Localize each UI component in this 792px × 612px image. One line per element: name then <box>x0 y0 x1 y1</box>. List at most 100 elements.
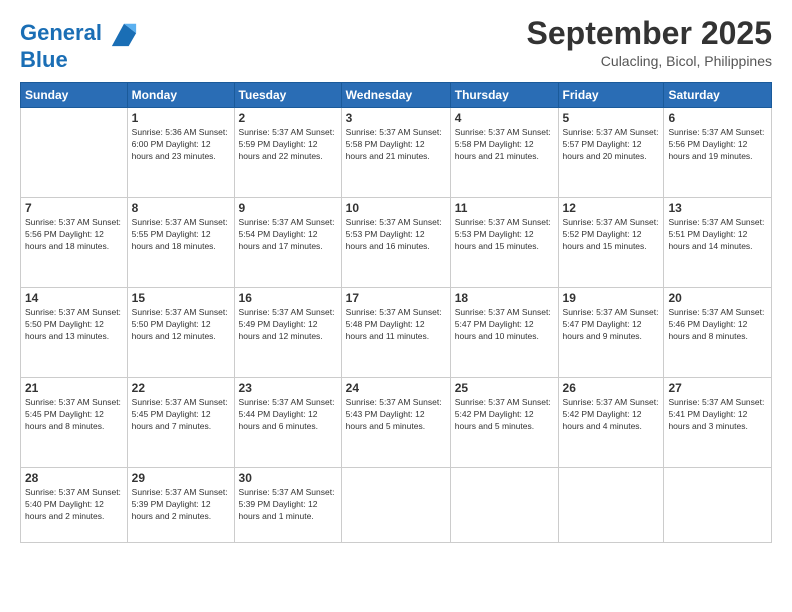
calendar-cell: 25Sunrise: 5:37 AM Sunset: 5:42 PM Dayli… <box>450 378 558 468</box>
calendar-cell: 1 Sunrise: 5:36 AM Sunset: 6:00 PM Daylig… <box>127 108 234 198</box>
day-number: 1 <box>132 111 230 125</box>
day-info: Sunrise: 5:37 AM Sunset: 5:56 PM Dayligh… <box>668 127 767 163</box>
day-info: Sunrise: 5:37 AM Sunset: 5:55 PM Dayligh… <box>132 217 230 253</box>
col-header-friday: Friday <box>558 83 664 108</box>
logo-text: General <box>20 20 138 48</box>
day-info: Sunrise: 5:37 AM Sunset: 5:53 PM Dayligh… <box>346 217 446 253</box>
day-number: 24 <box>346 381 446 395</box>
day-number: 18 <box>455 291 554 305</box>
day-number: 30 <box>239 471 337 485</box>
col-header-sunday: Sunday <box>21 83 128 108</box>
day-info: Sunrise: 5:37 AM Sunset: 5:43 PM Dayligh… <box>346 397 446 433</box>
calendar-cell: 26 Sunrise: 5:37 AM Sunset: 5:42 PM Dayli… <box>558 378 664 468</box>
day-info: Sunrise: 5:37 AM Sunset: 5:52 PM Dayligh… <box>563 217 660 253</box>
day-info: Sunrise: 5:37 AM Sunset: 5:48 PM Dayligh… <box>346 307 446 343</box>
week-row-2: 7 Sunrise: 5:37 AM Sunset: 5:56 PM Daylig… <box>21 198 772 288</box>
calendar-cell: 27 Sunrise: 5:37 AM Sunset: 5:41 PM Dayli… <box>664 378 772 468</box>
calendar-cell: 24 Sunrise: 5:37 AM Sunset: 5:43 PM Dayli… <box>341 378 450 468</box>
day-number: 7 <box>25 201 123 215</box>
col-header-wednesday: Wednesday <box>341 83 450 108</box>
calendar-cell <box>450 468 558 543</box>
month-title: September 2025 <box>527 16 772 51</box>
day-number: 23 <box>239 381 337 395</box>
day-info: Sunrise: 5:37 AM Sunset: 5:58 PM Dayligh… <box>346 127 446 163</box>
header-row: SundayMondayTuesdayWednesdayThursdayFrid… <box>21 83 772 108</box>
calendar-cell <box>21 108 128 198</box>
calendar-cell: 15 Sunrise: 5:37 AM Sunset: 5:50 PM Dayli… <box>127 288 234 378</box>
calendar-cell: 29 Sunrise: 5:37 AM Sunset: 5:39 PM Dayli… <box>127 468 234 543</box>
location: Culacling, Bicol, Philippines <box>527 53 772 69</box>
day-info: Sunrise: 5:36 AM Sunset: 6:00 PM Dayligh… <box>132 127 230 163</box>
day-info: Sunrise: 5:37 AM Sunset: 5:50 PM Dayligh… <box>132 307 230 343</box>
day-number: 12 <box>563 201 660 215</box>
day-number: 3 <box>346 111 446 125</box>
day-info: Sunrise: 5:37 AM Sunset: 5:47 PM Dayligh… <box>563 307 660 343</box>
day-info: Sunrise: 5:37 AM Sunset: 5:42 PM Dayligh… <box>455 397 554 433</box>
day-info: Sunrise: 5:37 AM Sunset: 5:51 PM Dayligh… <box>668 217 767 253</box>
calendar-cell: 14 Sunrise: 5:37 AM Sunset: 5:50 PM Dayli… <box>21 288 128 378</box>
calendar-cell: 7 Sunrise: 5:37 AM Sunset: 5:56 PM Daylig… <box>21 198 128 288</box>
calendar-cell: 22Sunrise: 5:37 AM Sunset: 5:45 PM Dayli… <box>127 378 234 468</box>
week-row-4: 21 Sunrise: 5:37 AM Sunset: 5:45 PM Dayli… <box>21 378 772 468</box>
day-info: Sunrise: 5:37 AM Sunset: 5:39 PM Dayligh… <box>239 487 337 523</box>
calendar-cell: 5Sunrise: 5:37 AM Sunset: 5:57 PM Daylig… <box>558 108 664 198</box>
header: General Blue September 2025 Culacling, B… <box>20 16 772 72</box>
day-number: 14 <box>25 291 123 305</box>
col-header-saturday: Saturday <box>664 83 772 108</box>
calendar-cell: 4 Sunrise: 5:37 AM Sunset: 5:58 PM Daylig… <box>450 108 558 198</box>
day-info: Sunrise: 5:37 AM Sunset: 5:41 PM Dayligh… <box>668 397 767 433</box>
logo-text2: Blue <box>20 48 138 72</box>
day-info: Sunrise: 5:37 AM Sunset: 5:56 PM Dayligh… <box>25 217 123 253</box>
calendar-cell <box>664 468 772 543</box>
day-info: Sunrise: 5:37 AM Sunset: 5:50 PM Dayligh… <box>25 307 123 343</box>
calendar-cell: 23 Sunrise: 5:37 AM Sunset: 5:44 PM Dayli… <box>234 378 341 468</box>
calendar-cell <box>341 468 450 543</box>
calendar-cell: 10 Sunrise: 5:37 AM Sunset: 5:53 PM Dayli… <box>341 198 450 288</box>
day-info: Sunrise: 5:37 AM Sunset: 5:44 PM Dayligh… <box>239 397 337 433</box>
calendar-cell: 18 Sunrise: 5:37 AM Sunset: 5:47 PM Dayli… <box>450 288 558 378</box>
day-info: Sunrise: 5:37 AM Sunset: 5:45 PM Dayligh… <box>25 397 123 433</box>
day-info: Sunrise: 5:37 AM Sunset: 5:42 PM Dayligh… <box>563 397 660 433</box>
day-info: Sunrise: 5:37 AM Sunset: 5:39 PM Dayligh… <box>132 487 230 523</box>
week-row-3: 14 Sunrise: 5:37 AM Sunset: 5:50 PM Dayli… <box>21 288 772 378</box>
day-info: Sunrise: 5:37 AM Sunset: 5:58 PM Dayligh… <box>455 127 554 163</box>
day-info: Sunrise: 5:37 AM Sunset: 5:47 PM Dayligh… <box>455 307 554 343</box>
day-number: 11 <box>455 201 554 215</box>
day-number: 19 <box>563 291 660 305</box>
calendar-cell: 3 Sunrise: 5:37 AM Sunset: 5:58 PM Daylig… <box>341 108 450 198</box>
day-number: 10 <box>346 201 446 215</box>
day-number: 17 <box>346 291 446 305</box>
calendar-table: SundayMondayTuesdayWednesdayThursdayFrid… <box>20 82 772 543</box>
day-number: 29 <box>132 471 230 485</box>
calendar-cell: 21 Sunrise: 5:37 AM Sunset: 5:45 PM Dayli… <box>21 378 128 468</box>
day-number: 13 <box>668 201 767 215</box>
col-header-monday: Monday <box>127 83 234 108</box>
day-number: 27 <box>668 381 767 395</box>
day-info: Sunrise: 5:37 AM Sunset: 5:46 PM Dayligh… <box>668 307 767 343</box>
col-header-tuesday: Tuesday <box>234 83 341 108</box>
calendar-cell: 16 Sunrise: 5:37 AM Sunset: 5:49 PM Dayli… <box>234 288 341 378</box>
calendar-cell: 20 Sunrise: 5:37 AM Sunset: 5:46 PM Dayli… <box>664 288 772 378</box>
day-info: Sunrise: 5:37 AM Sunset: 5:59 PM Dayligh… <box>239 127 337 163</box>
calendar-cell: 8 Sunrise: 5:37 AM Sunset: 5:55 PM Daylig… <box>127 198 234 288</box>
day-number: 15 <box>132 291 230 305</box>
day-number: 20 <box>668 291 767 305</box>
day-number: 2 <box>239 111 337 125</box>
calendar-cell: 30 Sunrise: 5:37 AM Sunset: 5:39 PM Dayli… <box>234 468 341 543</box>
calendar-cell: 2 Sunrise: 5:37 AM Sunset: 5:59 PM Daylig… <box>234 108 341 198</box>
calendar-cell: 13 Sunrise: 5:37 AM Sunset: 5:51 PM Dayli… <box>664 198 772 288</box>
day-number: 4 <box>455 111 554 125</box>
page: General Blue September 2025 Culacling, B… <box>0 0 792 553</box>
day-number: 26 <box>563 381 660 395</box>
day-info: Sunrise: 5:37 AM Sunset: 5:53 PM Dayligh… <box>455 217 554 253</box>
day-number: 5 <box>563 111 660 125</box>
calendar-cell <box>558 468 664 543</box>
day-number: 16 <box>239 291 337 305</box>
calendar-cell: 28Sunrise: 5:37 AM Sunset: 5:40 PM Dayli… <box>21 468 128 543</box>
day-number: 8 <box>132 201 230 215</box>
day-info: Sunrise: 5:37 AM Sunset: 5:49 PM Dayligh… <box>239 307 337 343</box>
day-number: 21 <box>25 381 123 395</box>
calendar-cell: 11 Sunrise: 5:37 AM Sunset: 5:53 PM Dayli… <box>450 198 558 288</box>
day-info: Sunrise: 5:37 AM Sunset: 5:54 PM Dayligh… <box>239 217 337 253</box>
calendar-cell: 17 Sunrise: 5:37 AM Sunset: 5:48 PM Dayli… <box>341 288 450 378</box>
